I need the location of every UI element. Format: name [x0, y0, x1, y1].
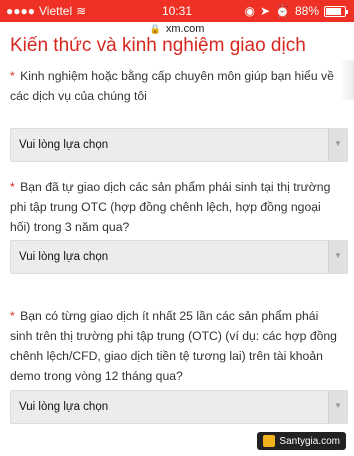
- chevron-down-icon: ▼: [334, 139, 342, 148]
- scroll-indicator: [340, 60, 354, 100]
- status-right: ◉ ➤ ⏰ 88%: [244, 4, 348, 18]
- watermark-text: Santygia.com: [279, 435, 340, 447]
- select-value: Vui lòng lựa chọn: [19, 139, 109, 151]
- select-arrow[interactable]: ▼: [328, 391, 347, 423]
- select-value: Vui lòng lựa chọn: [19, 401, 109, 413]
- question-1-text: Kinh nghiệm hoặc bằng cấp chuyên môn giú…: [10, 69, 334, 103]
- required-asterisk: *: [10, 309, 15, 323]
- alarm-icon: ⏰: [275, 4, 290, 18]
- watermark: Santygia.com: [257, 432, 346, 450]
- question-2-select[interactable]: Vui lòng lựa chọn ▼: [10, 240, 348, 274]
- question-2-text: Bạn đã tự giao dịch các sản phẩm phái si…: [10, 180, 331, 234]
- select-value: Vui lòng lựa chọn: [19, 251, 109, 263]
- select-arrow[interactable]: ▼: [328, 241, 347, 273]
- question-3-text: Bạn có từng giao dịch ít nhất 25 lần các…: [10, 309, 337, 383]
- required-asterisk: *: [10, 69, 15, 83]
- url-bar[interactable]: 🔒 xm.com: [0, 22, 354, 36]
- chevron-down-icon: ▼: [334, 251, 342, 260]
- location-icon: ➤: [259, 4, 271, 18]
- status-bar: ●●●● Viettel ≋ 10:31 ◉ ➤ ⏰ 88%: [0, 0, 354, 22]
- question-3: * Bạn có từng giao dịch ít nhất 25 lần c…: [10, 306, 340, 386]
- battery-percent: 88%: [294, 4, 319, 18]
- rotation-lock-icon: ◉: [244, 4, 255, 18]
- question-3-select[interactable]: Vui lòng lựa chọn ▼: [10, 390, 348, 424]
- battery-icon: [324, 5, 348, 17]
- question-1-select[interactable]: Vui lòng lựa chọn ▼: [10, 128, 348, 162]
- required-asterisk: *: [10, 180, 15, 194]
- lock-icon: 🔒: [149, 24, 161, 34]
- select-arrow[interactable]: ▼: [328, 129, 347, 161]
- chevron-down-icon: ▼: [334, 401, 342, 410]
- page-title: Kiến thức và kinh nghiệm giao dịch: [10, 35, 306, 56]
- question-1: * Kinh nghiệm hoặc bằng cấp chuyên môn g…: [10, 66, 340, 106]
- watermark-logo-icon: [263, 435, 276, 447]
- question-2: * Bạn đã tự giao dịch các sản phẩm phái …: [10, 177, 340, 237]
- url-text: xm.com: [165, 23, 205, 35]
